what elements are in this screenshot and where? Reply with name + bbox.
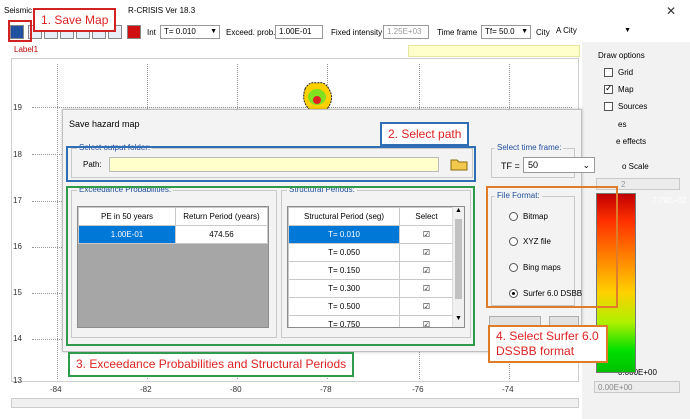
y-tick: 18: [13, 150, 22, 159]
window-title-left: Seismic: [4, 6, 33, 15]
path-highlight: [66, 146, 476, 182]
period-select-value: T= 0.010: [164, 27, 196, 36]
grid-checkbox-label: Grid: [618, 68, 634, 77]
sources-checkbox[interactable]: [604, 102, 613, 111]
y-tick: 15: [13, 288, 22, 297]
city-select-value: A City: [556, 26, 577, 35]
dialog-title: Save hazard map: [69, 119, 140, 129]
option-label: e effects: [616, 137, 647, 146]
callout-surfer-line2: DSSBB format: [496, 344, 575, 358]
y-tick: 19: [13, 103, 22, 112]
x-tick: -76: [412, 385, 424, 394]
horizontal-scrollbar[interactable]: [11, 398, 579, 408]
callout-save-map: 1. Save Map: [33, 8, 117, 32]
x-tick: -82: [140, 385, 152, 394]
fixed-intensity-input[interactable]: 1.25E+03: [383, 25, 429, 39]
scale-min-field[interactable]: 0.00E+00: [594, 381, 680, 393]
autoscale-label: o Scale: [622, 162, 649, 171]
x-tick: -80: [230, 385, 242, 394]
status-field: [408, 45, 580, 57]
map-color-icon[interactable]: [127, 25, 141, 39]
time-frame-select[interactable]: Tf= 50.0 ▼: [481, 25, 531, 39]
period-select[interactable]: T= 0.010 ▼: [160, 25, 220, 39]
exceed-prob-input[interactable]: 1.00E-01: [275, 25, 323, 39]
grid-checkbox[interactable]: [604, 68, 613, 77]
map-label: Label1: [14, 45, 39, 54]
window-title-right: R-CRISIS Ver 18.3: [128, 6, 196, 15]
draw-options-title: Draw options: [598, 51, 645, 60]
y-tick: 14: [13, 334, 22, 343]
close-icon[interactable]: ✕: [666, 4, 676, 18]
time-frame-label: Time frame: [437, 28, 478, 37]
city-label: City: [536, 28, 550, 37]
tf-select[interactable]: 50 ⌄: [523, 157, 595, 173]
chevron-down-icon: ▼: [521, 28, 528, 35]
y-tick: 16: [13, 242, 22, 251]
x-tick: -74: [502, 385, 514, 394]
callout-surfer-format: 4. Select Surfer 6.0 DSSBB format: [488, 325, 608, 363]
tf-select-value: 50: [528, 160, 539, 170]
y-tick: 17: [13, 196, 22, 205]
city-select[interactable]: A City ▼: [553, 25, 633, 39]
option-label: es: [618, 120, 627, 129]
map-checkbox-label: Map: [618, 85, 634, 94]
sources-checkbox-label: Sources: [618, 102, 648, 111]
tables-highlight: [66, 186, 475, 346]
y-tick: 13: [13, 376, 22, 385]
tf-label: TF =: [501, 161, 520, 171]
chevron-down-icon: ⌄: [582, 160, 590, 170]
x-tick: -84: [50, 385, 62, 394]
callout-select-path: 2. Select path: [380, 122, 470, 146]
callout-exceedance-structural: 3. Exceedance Probabilities and Structur…: [68, 352, 355, 377]
int-label: Int: [147, 28, 156, 37]
time-frame-group-title: Select time frame:: [495, 143, 564, 152]
time-frame-select-value: Tf= 50.0: [485, 27, 515, 36]
chevron-down-icon: ▼: [210, 28, 217, 35]
fixed-intensity-label: Fixed intensity: [331, 28, 383, 37]
legend-max-label: 7.79E+02: [652, 196, 687, 205]
callout-surfer-line1: 4. Select Surfer 6.0: [496, 329, 599, 343]
x-tick: -78: [320, 385, 332, 394]
grid-line: [57, 64, 58, 379]
chevron-down-icon: ▼: [624, 27, 631, 34]
file-format-highlight: [486, 186, 618, 308]
exceed-prob-label: Exceed. prob.: [226, 28, 276, 37]
map-checkbox[interactable]: [604, 83, 613, 94]
save-map-highlight: [8, 20, 32, 42]
